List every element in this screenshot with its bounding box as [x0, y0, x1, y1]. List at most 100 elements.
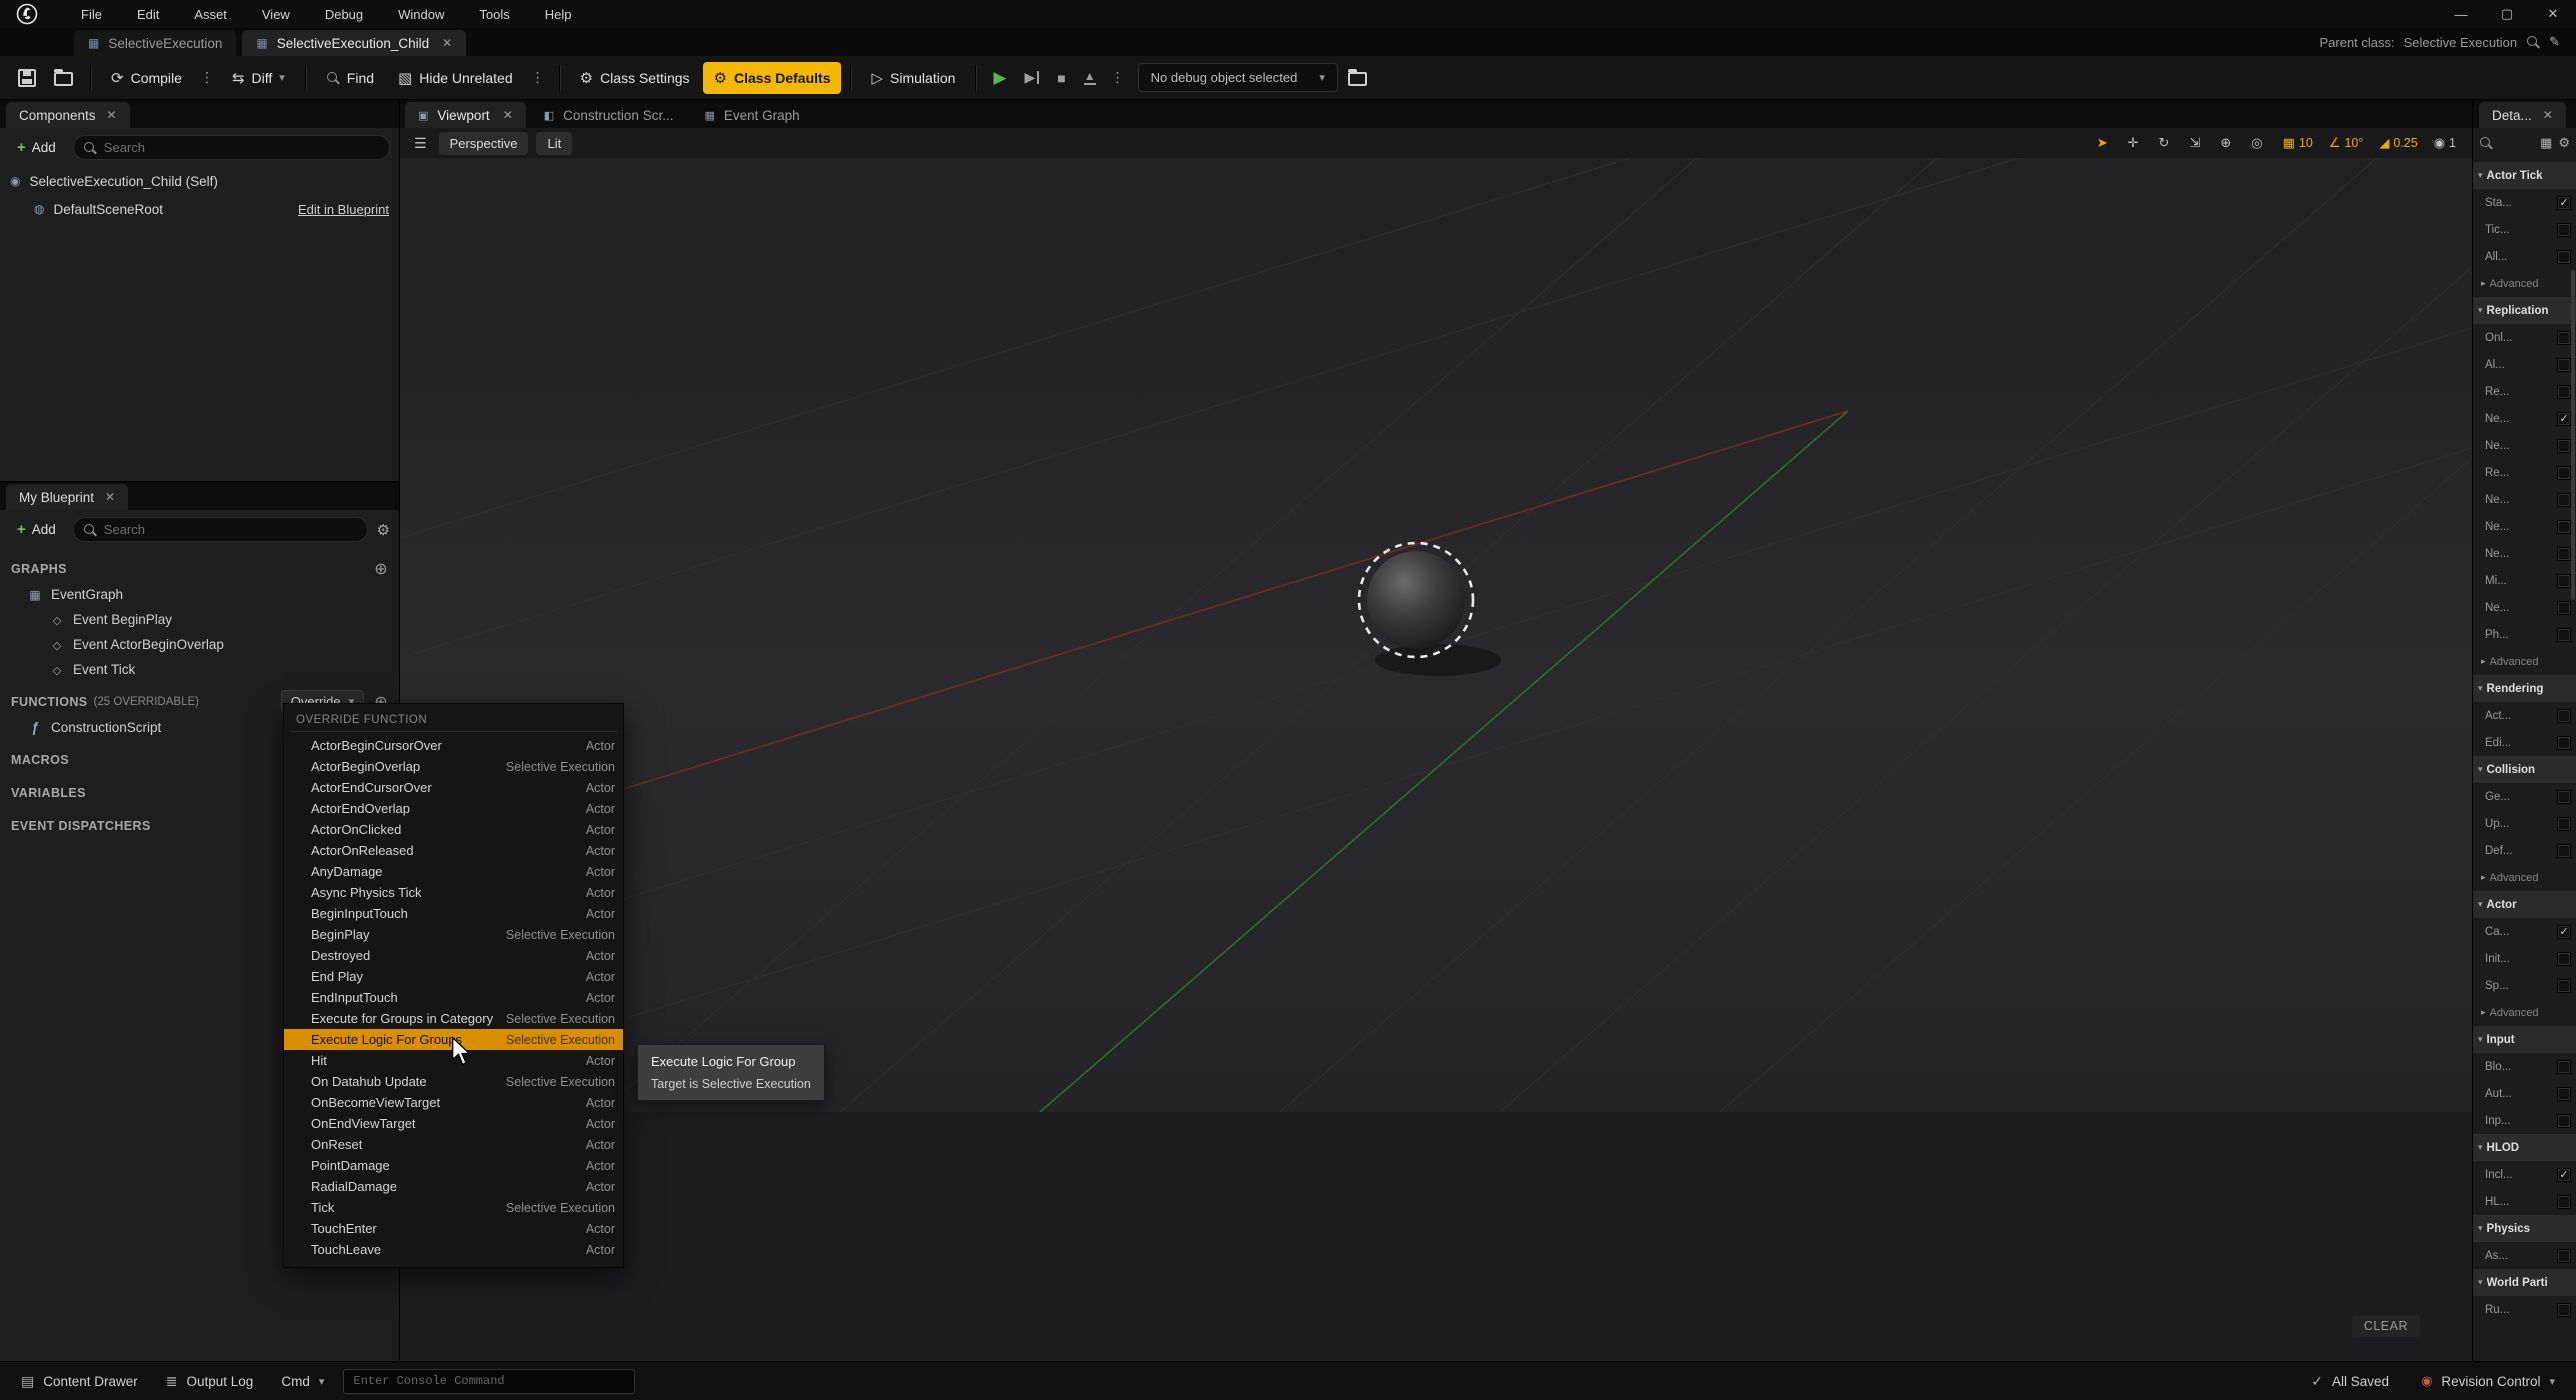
menu-item[interactable]: Edit: [110, 4, 167, 25]
details-row[interactable]: Ge...: [2473, 783, 2576, 810]
search-icon[interactable]: [2526, 35, 2540, 49]
override-menu-item[interactable]: Execute for Groups in Category Selective…: [284, 1008, 623, 1029]
graph-list-item[interactable]: Event Tick: [0, 657, 399, 682]
property-checkbox[interactable]: [2557, 466, 2571, 480]
details-row[interactable]: Actor: [2473, 891, 2576, 918]
minimize-button[interactable]: —: [2438, 0, 2484, 28]
property-checkbox[interactable]: [2557, 412, 2571, 426]
close-tab-icon[interactable]: ✕: [438, 36, 452, 50]
details-row[interactable]: Ca...: [2473, 918, 2576, 945]
override-menu-item[interactable]: OnEndViewTarget Actor: [284, 1113, 623, 1134]
lit-mode-dropdown[interactable]: Lit: [536, 132, 572, 155]
override-menu-item[interactable]: ActorOnReleased Actor: [284, 840, 623, 861]
blueprint-settings-gear-icon[interactable]: ⚙: [377, 521, 390, 539]
details-row[interactable]: Sta...: [2473, 189, 2576, 216]
add-blueprint-item-button[interactable]: + Add: [9, 517, 64, 542]
property-checkbox[interactable]: [2557, 331, 2571, 345]
close-tab-icon[interactable]: ✕: [107, 108, 117, 122]
property-checkbox[interactable]: [2557, 358, 2571, 372]
override-menu-item[interactable]: PointDamage Actor: [284, 1155, 623, 1176]
menu-item[interactable]: Asset: [167, 4, 235, 25]
property-checkbox[interactable]: [2557, 844, 2571, 858]
simulation-button[interactable]: ▷ Simulation: [860, 62, 966, 94]
asset-tab[interactable]: ▦ SelectiveExecution_Child ✕: [242, 30, 466, 56]
transform-tool-button[interactable]: ⇲: [2183, 133, 2210, 153]
perspective-dropdown[interactable]: Perspective: [439, 132, 529, 155]
all-saved-button[interactable]: ✓ All Saved: [2302, 1367, 2398, 1396]
details-row[interactable]: Advanced: [2473, 270, 2576, 297]
menu-item[interactable]: Tools: [452, 4, 517, 25]
transform-tool-button[interactable]: ∠ 10°: [2323, 133, 2370, 153]
override-menu-item[interactable]: RadialDamage Actor: [284, 1176, 623, 1197]
maximize-button[interactable]: ▢: [2484, 0, 2530, 28]
details-row[interactable]: Mi...: [2473, 567, 2576, 594]
viewport-menu-icon[interactable]: ☰: [410, 135, 431, 152]
transform-tool-button[interactable]: ◎: [2245, 133, 2272, 153]
details-row[interactable]: Onl...: [2473, 324, 2576, 351]
override-menu-item[interactable]: Async Physics Tick Actor: [284, 882, 623, 903]
details-row[interactable]: World Parti: [2473, 1269, 2576, 1296]
details-row[interactable]: Ne...: [2473, 405, 2576, 432]
property-checkbox[interactable]: [2557, 601, 2571, 615]
console-command-input[interactable]: [343, 1369, 635, 1394]
details-row[interactable]: Sp...: [2473, 972, 2576, 999]
stop-button[interactable]: ■: [1049, 64, 1073, 92]
viewport-tab[interactable]: ▦ Event Graph: [691, 102, 812, 128]
property-checkbox[interactable]: [2557, 952, 2571, 966]
transform-tool-button[interactable]: ⊕: [2214, 133, 2241, 153]
transform-tool-button[interactable]: ↻: [2153, 133, 2180, 153]
clear-button[interactable]: CLEAR: [2352, 1315, 2420, 1337]
property-checkbox[interactable]: [2557, 574, 2571, 588]
add-graph-icon[interactable]: ⊕: [374, 559, 388, 579]
content-drawer-button[interactable]: ▤ Content Drawer: [12, 1367, 147, 1396]
override-menu-item[interactable]: TouchLeave Actor: [284, 1239, 623, 1260]
play-button[interactable]: ▶: [985, 62, 1014, 94]
viewport-3d-scene[interactable]: [400, 158, 2472, 1112]
revision-control-dropdown[interactable]: ◉ Revision Control ▾: [2412, 1367, 2564, 1395]
property-checkbox[interactable]: [2557, 1060, 2571, 1074]
override-menu-item[interactable]: On Datahub Update Selective Execution: [284, 1071, 623, 1092]
details-row[interactable]: Re...: [2473, 459, 2576, 486]
property-checkbox[interactable]: [2557, 817, 2571, 831]
my-blueprint-search-input[interactable]: [104, 522, 358, 537]
details-scrollbar[interactable]: [2571, 270, 2575, 600]
property-checkbox[interactable]: [2557, 925, 2571, 939]
transform-tool-button[interactable]: ◉ 1: [2428, 133, 2462, 153]
property-checkbox[interactable]: [2557, 520, 2571, 534]
hide-unrelated-button[interactable]: ▧ Hide Unrelated: [387, 62, 524, 94]
details-row[interactable]: Rendering: [2473, 675, 2576, 702]
details-search-icon[interactable]: [2479, 136, 2493, 150]
tab-my-blueprint[interactable]: My Blueprint ✕: [6, 484, 128, 510]
details-row[interactable]: Input: [2473, 1026, 2576, 1053]
property-checkbox[interactable]: [2557, 196, 2571, 210]
menu-item[interactable]: Help: [518, 4, 580, 25]
property-checkbox[interactable]: [2557, 736, 2571, 750]
override-menu-item[interactable]: EndInputTouch Actor: [284, 987, 623, 1008]
property-checkbox[interactable]: [2557, 628, 2571, 642]
property-checkbox[interactable]: [2557, 439, 2571, 453]
frame-skip-button[interactable]: ▶: [1016, 63, 1047, 92]
class-settings-button[interactable]: ⚙ Class Settings: [569, 62, 701, 94]
property-checkbox[interactable]: [2557, 1303, 2571, 1317]
close-tab-icon[interactable]: ✕: [2543, 108, 2553, 122]
details-row[interactable]: Ne...: [2473, 486, 2576, 513]
play-options-icon[interactable]: ⋮: [1106, 69, 1130, 86]
details-row[interactable]: Ph...: [2473, 621, 2576, 648]
override-menu-item[interactable]: End Play Actor: [284, 966, 623, 987]
property-checkbox[interactable]: [2557, 223, 2571, 237]
details-row[interactable]: Ne...: [2473, 540, 2576, 567]
property-checkbox[interactable]: [2557, 547, 2571, 561]
component-tree-item[interactable]: ◍ DefaultSceneRoot Edit in Blueprint: [0, 195, 399, 223]
property-checkbox[interactable]: [2557, 1195, 2571, 1209]
add-component-button[interactable]: + Add: [9, 135, 64, 160]
details-row[interactable]: Collision: [2473, 756, 2576, 783]
find-button[interactable]: Find: [315, 63, 385, 93]
details-row[interactable]: Act...: [2473, 702, 2576, 729]
close-tab-icon[interactable]: ✕: [105, 490, 115, 504]
details-row[interactable]: Blo...: [2473, 1053, 2576, 1080]
override-menu-item[interactable]: ActorOnClicked Actor: [284, 819, 623, 840]
close-window-button[interactable]: ✕: [2530, 0, 2576, 28]
details-row[interactable]: Ne...: [2473, 513, 2576, 540]
details-row[interactable]: Def...: [2473, 837, 2576, 864]
override-menu-item[interactable]: ActorEndOverlap Actor: [284, 798, 623, 819]
